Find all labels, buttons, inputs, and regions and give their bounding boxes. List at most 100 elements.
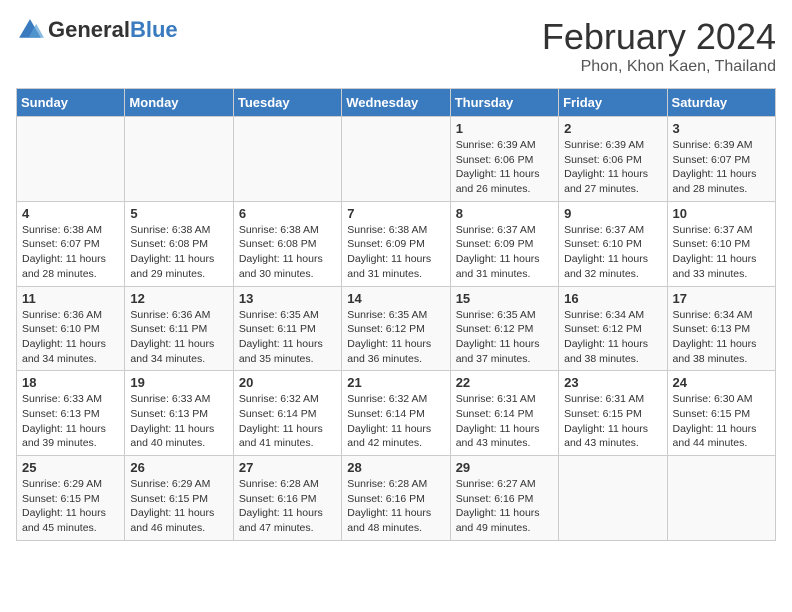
calendar-cell [342,117,450,202]
calendar-cell: 5 Sunrise: 6:38 AM Sunset: 6:08 PM Daylig… [125,201,233,286]
calendar-cell: 3Sunrise: 6:39 AM Sunset: 6:07 PM Daylig… [667,117,775,202]
calendar-cell: 22Sunrise: 6:31 AM Sunset: 6:14 PM Dayli… [450,371,558,456]
day-number: 4 [22,206,119,221]
calendar-cell: 21 Sunrise: 6:32 AM Sunset: 6:14 PM Dayli… [342,371,450,456]
calendar-table: SundayMondayTuesdayWednesdayThursdayFrid… [16,88,776,541]
day-info: Sunrise: 6:39 AM Sunset: 6:06 PM Dayligh… [564,138,661,197]
day-info: Sunrise: 6:33 AM Sunset: 6:13 PM Dayligh… [22,392,119,451]
calendar-cell: 23 Sunrise: 6:31 AM Sunset: 6:15 PM Dayli… [559,371,667,456]
day-info: Sunrise: 6:34 AM Sunset: 6:13 PM Dayligh… [673,308,770,367]
day-number: 20 [239,375,336,390]
calendar-cell: 16Sunrise: 6:34 AM Sunset: 6:12 PM Dayli… [559,286,667,371]
page-header: GeneralBlue February 2024 Phon, Khon Kae… [16,16,776,76]
day-info: Sunrise: 6:39 AM Sunset: 6:07 PM Dayligh… [673,138,770,197]
calendar-cell: 1 Sunrise: 6:39 AM Sunset: 6:06 PM Daylig… [450,117,558,202]
calendar-cell: 18 Sunrise: 6:33 AM Sunset: 6:13 PM Dayli… [17,371,125,456]
day-info: Sunrise: 6:37 AM Sunset: 6:10 PM Dayligh… [564,223,661,282]
day-info: Sunrise: 6:35 AM Sunset: 6:11 PM Dayligh… [239,308,336,367]
calendar-cell: 10Sunrise: 6:37 AM Sunset: 6:10 PM Dayli… [667,201,775,286]
col-header-friday: Friday [559,89,667,117]
day-number: 28 [347,460,444,475]
day-number: 11 [22,291,119,306]
logo: GeneralBlue [16,16,178,44]
calendar-cell: 29 Sunrise: 6:27 AM Sunset: 6:16 PM Dayli… [450,456,558,541]
calendar-cell: 17 Sunrise: 6:34 AM Sunset: 6:13 PM Dayli… [667,286,775,371]
day-info: Sunrise: 6:27 AM Sunset: 6:16 PM Dayligh… [456,477,553,536]
day-info: Sunrise: 6:32 AM Sunset: 6:14 PM Dayligh… [347,392,444,451]
col-header-monday: Monday [125,89,233,117]
day-number: 15 [456,291,553,306]
title-block: February 2024 Phon, Khon Kaen, Thailand [542,16,776,76]
calendar-cell [17,117,125,202]
day-info: Sunrise: 6:35 AM Sunset: 6:12 PM Dayligh… [347,308,444,367]
day-number: 24 [673,375,770,390]
day-info: Sunrise: 6:29 AM Sunset: 6:15 PM Dayligh… [130,477,227,536]
calendar-cell: 8 Sunrise: 6:37 AM Sunset: 6:09 PM Daylig… [450,201,558,286]
day-info: Sunrise: 6:31 AM Sunset: 6:14 PM Dayligh… [456,392,553,451]
calendar-cell: 12Sunrise: 6:36 AM Sunset: 6:11 PM Dayli… [125,286,233,371]
day-number: 16 [564,291,661,306]
calendar-cell: 4 Sunrise: 6:38 AM Sunset: 6:07 PM Daylig… [17,201,125,286]
day-number: 8 [456,206,553,221]
day-number: 21 [347,375,444,390]
calendar-subtitle: Phon, Khon Kaen, Thailand [542,58,776,76]
col-header-wednesday: Wednesday [342,89,450,117]
day-number: 29 [456,460,553,475]
calendar-cell: 6 Sunrise: 6:38 AM Sunset: 6:08 PM Daylig… [233,201,341,286]
day-info: Sunrise: 6:30 AM Sunset: 6:15 PM Dayligh… [673,392,770,451]
day-number: 25 [22,460,119,475]
day-info: Sunrise: 6:31 AM Sunset: 6:15 PM Dayligh… [564,392,661,451]
day-number: 5 [130,206,227,221]
day-info: Sunrise: 6:28 AM Sunset: 6:16 PM Dayligh… [239,477,336,536]
calendar-week-row: 25 Sunrise: 6:29 AM Sunset: 6:15 PM Dayli… [17,456,776,541]
day-number: 14 [347,291,444,306]
day-number: 6 [239,206,336,221]
day-number: 17 [673,291,770,306]
logo-blue: Blue [130,17,178,42]
calendar-cell: 13 Sunrise: 6:35 AM Sunset: 6:11 PM Dayli… [233,286,341,371]
calendar-week-row: 1 Sunrise: 6:39 AM Sunset: 6:06 PM Daylig… [17,117,776,202]
day-info: Sunrise: 6:38 AM Sunset: 6:08 PM Dayligh… [130,223,227,282]
calendar-week-row: 4 Sunrise: 6:38 AM Sunset: 6:07 PM Daylig… [17,201,776,286]
calendar-cell: 15 Sunrise: 6:35 AM Sunset: 6:12 PM Dayli… [450,286,558,371]
calendar-cell: 14 Sunrise: 6:35 AM Sunset: 6:12 PM Dayli… [342,286,450,371]
day-number: 9 [564,206,661,221]
col-header-tuesday: Tuesday [233,89,341,117]
day-info: Sunrise: 6:38 AM Sunset: 6:08 PM Dayligh… [239,223,336,282]
calendar-cell: 9 Sunrise: 6:37 AM Sunset: 6:10 PM Daylig… [559,201,667,286]
day-info: Sunrise: 6:36 AM Sunset: 6:10 PM Dayligh… [22,308,119,367]
logo-general: General [48,17,130,42]
day-info: Sunrise: 6:35 AM Sunset: 6:12 PM Dayligh… [456,308,553,367]
day-number: 13 [239,291,336,306]
calendar-cell: 26 Sunrise: 6:29 AM Sunset: 6:15 PM Dayli… [125,456,233,541]
day-info: Sunrise: 6:33 AM Sunset: 6:13 PM Dayligh… [130,392,227,451]
day-number: 12 [130,291,227,306]
day-info: Sunrise: 6:38 AM Sunset: 6:07 PM Dayligh… [22,223,119,282]
day-number: 2 [564,121,661,136]
calendar-cell: 20Sunrise: 6:32 AM Sunset: 6:14 PM Dayli… [233,371,341,456]
day-info: Sunrise: 6:28 AM Sunset: 6:16 PM Dayligh… [347,477,444,536]
day-info: Sunrise: 6:37 AM Sunset: 6:09 PM Dayligh… [456,223,553,282]
day-info: Sunrise: 6:39 AM Sunset: 6:06 PM Dayligh… [456,138,553,197]
col-header-sunday: Sunday [17,89,125,117]
day-number: 26 [130,460,227,475]
col-header-saturday: Saturday [667,89,775,117]
calendar-cell [559,456,667,541]
day-number: 7 [347,206,444,221]
day-number: 10 [673,206,770,221]
logo-icon [16,16,44,44]
day-info: Sunrise: 6:38 AM Sunset: 6:09 PM Dayligh… [347,223,444,282]
calendar-cell [233,117,341,202]
day-info: Sunrise: 6:29 AM Sunset: 6:15 PM Dayligh… [22,477,119,536]
day-number: 19 [130,375,227,390]
calendar-cell: 7 Sunrise: 6:38 AM Sunset: 6:09 PM Daylig… [342,201,450,286]
day-number: 1 [456,121,553,136]
calendar-week-row: 11 Sunrise: 6:36 AM Sunset: 6:10 PM Dayli… [17,286,776,371]
logo-text: GeneralBlue [48,17,178,43]
calendar-cell: 19 Sunrise: 6:33 AM Sunset: 6:13 PM Dayli… [125,371,233,456]
calendar-cell: 24 Sunrise: 6:30 AM Sunset: 6:15 PM Dayli… [667,371,775,456]
day-number: 23 [564,375,661,390]
calendar-cell [667,456,775,541]
day-number: 18 [22,375,119,390]
calendar-title: February 2024 [542,16,776,58]
